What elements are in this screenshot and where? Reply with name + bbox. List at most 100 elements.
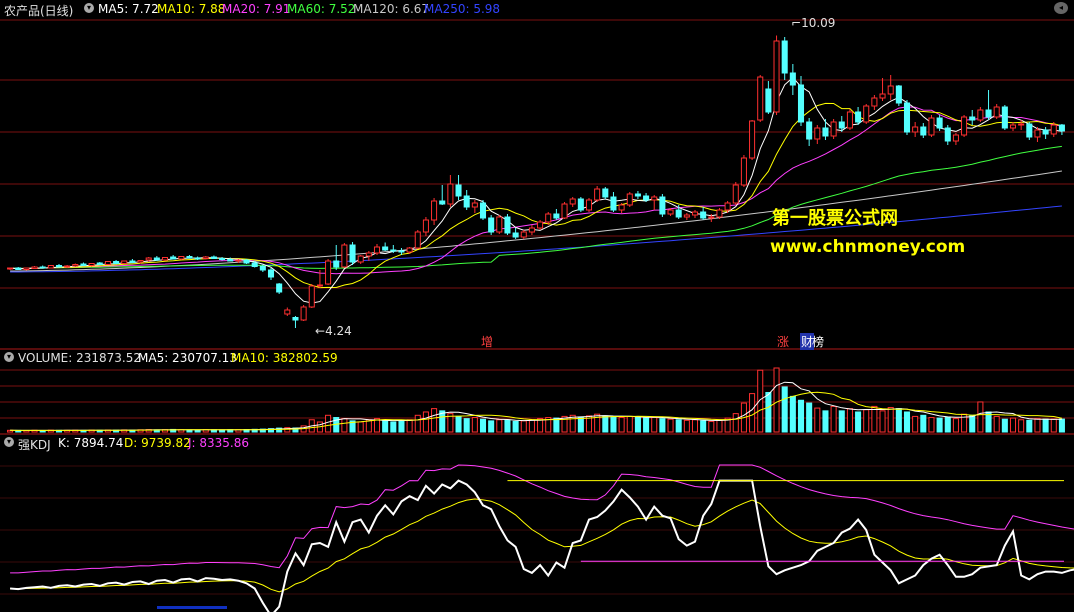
candle-body (577, 198, 584, 211)
tag-zeng[interactable]: 增 (481, 333, 493, 350)
volume-bar (520, 420, 527, 433)
volume-bar (789, 395, 796, 433)
candle-body (814, 127, 821, 140)
candle-body (1009, 124, 1017, 129)
candle-body (55, 265, 63, 268)
candle-body (382, 246, 389, 251)
volume-bar (749, 393, 756, 433)
candle-body (129, 260, 136, 263)
candle-body (471, 202, 478, 208)
candle-body (765, 88, 772, 113)
stock-chart (0, 19, 1074, 612)
volume-bar (1026, 419, 1033, 433)
title: 农产品(日线) (4, 4, 74, 18)
volume-bar (855, 411, 862, 433)
candle-body (537, 221, 544, 229)
kdj-lines (10, 464, 1074, 612)
volume-bar (920, 414, 927, 433)
watermark-url: www.chnmoney.com (770, 237, 966, 257)
candle-body (333, 260, 340, 268)
candle-body (365, 252, 372, 257)
settings-icon[interactable]: ◂ (1054, 2, 1068, 14)
candle-body (871, 97, 878, 107)
candle-body (553, 213, 560, 219)
candle-body (740, 157, 747, 186)
candle-body (651, 196, 658, 201)
volume-bar (414, 414, 421, 433)
candle-body (137, 260, 144, 263)
volume-bar (846, 408, 853, 433)
candle-body (1018, 123, 1025, 126)
volume-bar (895, 408, 902, 433)
volume-value: VOLUME: 231873.52 (18, 351, 141, 365)
candle-body (846, 111, 853, 129)
candle-body (806, 121, 813, 140)
candle-body (887, 85, 894, 95)
candle-body (210, 256, 217, 259)
volume-bar (944, 416, 951, 433)
candle-body (675, 209, 682, 218)
candle-body (732, 184, 739, 204)
candle-body (928, 117, 935, 136)
candle-body (700, 211, 707, 219)
volume-bar (634, 416, 641, 433)
candle-body (479, 202, 487, 219)
candle-body (1058, 124, 1065, 132)
volume-bar (969, 414, 976, 433)
candle-body (879, 93, 886, 99)
kdj-j-line (10, 464, 1074, 574)
candle-body (341, 244, 348, 268)
volume-bar (431, 408, 438, 433)
candle-body (202, 256, 209, 259)
volume-collapse-icon[interactable]: ▾ (4, 352, 14, 362)
volume-bar (479, 418, 487, 433)
candle-body (72, 264, 79, 267)
candle-body (145, 257, 152, 261)
volume-bar (879, 410, 886, 433)
ma5-value: MA5: 7.72 (98, 2, 159, 16)
volume-bar (325, 414, 332, 433)
volume-bar (496, 419, 503, 433)
volume-bar (936, 417, 943, 433)
volume-bar (732, 413, 739, 433)
candle-body (15, 267, 22, 270)
volume-bar (1042, 418, 1049, 433)
candle-body (724, 202, 731, 211)
volume-bar (659, 418, 666, 433)
volume-bar (1050, 418, 1057, 433)
volume-bar (830, 405, 837, 433)
volume-bar (700, 420, 707, 433)
price-header: 农产品(日线) ▾ MA5: 7.72 MA10: 7.88 MA20: 7.9… (0, 0, 1074, 18)
candle-body (838, 121, 845, 129)
volume-bar (463, 418, 470, 433)
volume-bar (528, 419, 535, 433)
volume-bar (1034, 418, 1041, 433)
candle-body (830, 121, 837, 137)
candle-body (643, 195, 650, 201)
candle-body (912, 126, 919, 133)
candle-body (602, 188, 609, 198)
volume-bar (838, 410, 845, 433)
volume-bar (390, 421, 397, 433)
kdj-collapse-icon[interactable]: ▾ (4, 437, 14, 447)
tag-bang[interactable]: 榜 (812, 333, 824, 350)
volume-bars (7, 367, 1065, 433)
candle-body (80, 263, 87, 266)
candle-body (952, 134, 959, 142)
candle-body (683, 214, 690, 218)
candle-body (512, 232, 519, 238)
collapse-icon[interactable]: ▾ (84, 3, 94, 13)
grid-lines (0, 19, 1074, 595)
kdj-header: ▾ 强KDJ K: 7894.74 D: 9739.82 J: 8335.86 (0, 435, 1074, 452)
high-label: 10.09 (801, 16, 836, 30)
volume-bar (406, 419, 413, 433)
volume-bar (993, 415, 1000, 433)
candle-body (708, 216, 715, 219)
candle-body (47, 265, 54, 269)
candle-body (292, 317, 299, 321)
volume-bar (626, 415, 633, 433)
tag-zhang[interactable]: 涨 (777, 333, 789, 350)
candle-body (447, 183, 454, 205)
volume-bar (1009, 417, 1017, 433)
candle-body (284, 309, 291, 315)
